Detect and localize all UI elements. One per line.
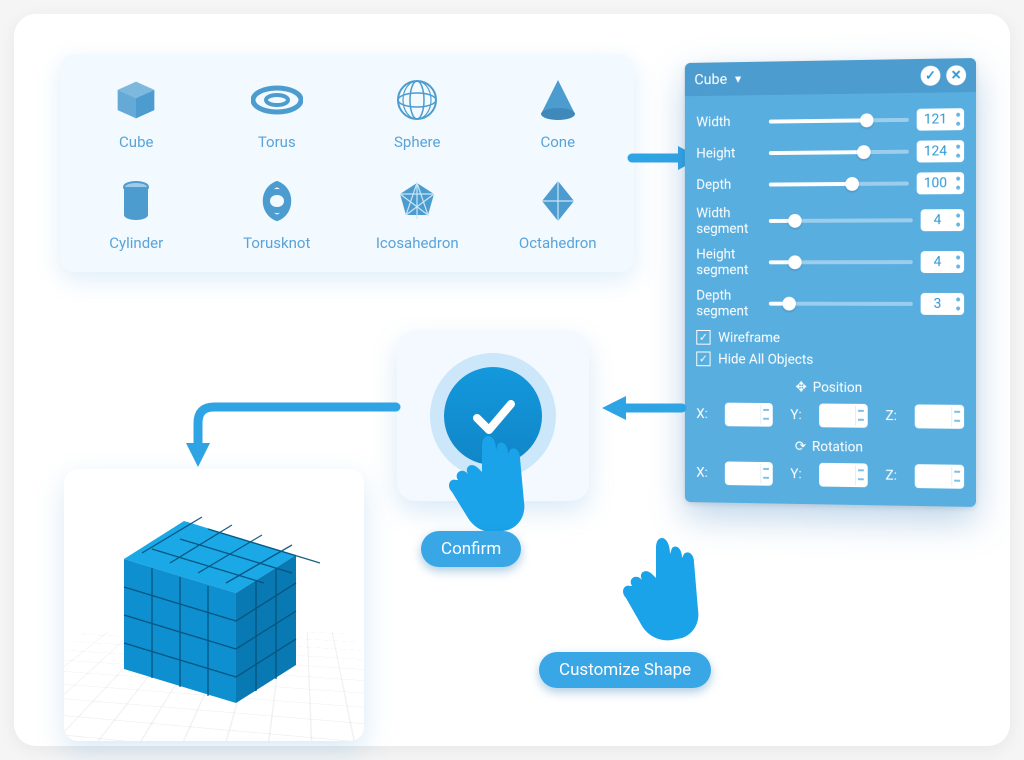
palette-item-sphere[interactable]: Sphere — [347, 64, 488, 165]
confirm-pill: Confirm — [421, 531, 521, 567]
rotation-z-input[interactable] — [915, 464, 964, 489]
position-y-input[interactable] — [819, 403, 868, 427]
palette-item-cone[interactable]: Cone — [488, 64, 629, 165]
flow-arrow-icon — [598, 394, 684, 422]
position-inputs: X: Y: Z: — [696, 402, 964, 428]
palette-label: Sphere — [394, 133, 440, 151]
flow-arrow-icon — [174, 329, 400, 469]
properties-panel: Cube ▼ ✓ ✕ Width 121 Height 124 Depth 10… — [685, 58, 976, 507]
axis-x-label: X: — [696, 465, 708, 481]
slider-row-wseg: Width segment 4 — [696, 204, 964, 237]
palette-label: Icosahedron — [376, 234, 459, 252]
position-label: Position — [813, 379, 863, 395]
axis-x-label: X: — [696, 406, 708, 422]
slider-depth[interactable] — [769, 177, 909, 192]
cube-icon — [114, 79, 158, 121]
slider-width[interactable] — [769, 113, 909, 129]
position-x-input[interactable] — [725, 402, 773, 426]
slider-label: Width — [696, 114, 761, 131]
slider-hseg[interactable] — [769, 255, 913, 269]
palette-label: Octahedron — [519, 234, 597, 252]
checkbox-wireframe[interactable]: ✓ Wireframe — [696, 330, 964, 347]
slider-height[interactable] — [769, 145, 909, 160]
checkbox-label: Wireframe — [718, 330, 780, 346]
confirm-button[interactable] — [444, 367, 542, 465]
rotation-x-input[interactable] — [725, 461, 773, 485]
move-icon: ✥ — [796, 379, 807, 395]
slider-wseg[interactable] — [769, 213, 913, 228]
panel-title-bar[interactable]: Cube ▼ ✓ ✕ — [685, 58, 976, 96]
checkbox-label: Hide All Objects — [718, 351, 813, 367]
spinner-dseg[interactable]: 3 — [921, 293, 964, 315]
slider-label: Width segment — [696, 205, 761, 237]
octahedron-icon — [540, 180, 576, 222]
checkmark-icon: ✓ — [696, 352, 710, 367]
icosahedron-icon — [397, 180, 437, 222]
slider-row-height: Height 124 — [696, 140, 964, 164]
checkbox-hide-all[interactable]: ✓ Hide All Objects — [696, 351, 964, 368]
palette-label: Cone — [540, 133, 575, 151]
shape-palette: Cube Torus Sphere Cone Cylinder — [60, 54, 634, 272]
palette-item-octahedron[interactable]: Octahedron — [488, 165, 629, 266]
rotation-header: ⟳ Rotation — [696, 437, 964, 456]
segmented-cube-icon — [64, 469, 364, 741]
axis-z-label: Z: — [885, 408, 897, 424]
slider-label: Height — [696, 145, 761, 161]
spinner-width[interactable]: 121 — [917, 108, 964, 131]
panel-title: Cube — [694, 70, 727, 88]
position-z-input[interactable] — [915, 404, 964, 428]
close-icon[interactable]: ✕ — [946, 65, 966, 85]
slider-row-width: Width 121 — [696, 108, 964, 133]
palette-label: Torusknot — [243, 234, 310, 252]
rotation-label: Rotation — [812, 439, 863, 455]
diagram-canvas: Cube Torus Sphere Cone Cylinder — [14, 14, 1010, 746]
pointer-hand-icon — [614, 534, 710, 646]
palette-label: Cube — [119, 133, 153, 151]
palette-item-icosahedron[interactable]: Icosahedron — [347, 165, 488, 266]
checkmark-icon: ✓ — [696, 330, 710, 345]
slider-label: Depth — [696, 177, 761, 193]
palette-label: Torus — [258, 133, 296, 151]
sphere-icon — [396, 79, 438, 121]
axis-y-label: Y: — [790, 407, 801, 423]
palette-item-cube[interactable]: Cube — [66, 64, 207, 165]
spinner-wseg[interactable]: 4 — [921, 209, 964, 231]
torus-icon — [251, 79, 303, 121]
cylinder-icon — [122, 180, 150, 222]
axis-z-label: Z: — [885, 467, 897, 483]
axis-y-label: Y: — [790, 466, 801, 482]
result-viewport — [64, 469, 364, 741]
cone-icon — [539, 79, 577, 121]
slider-label: Height segment — [696, 247, 761, 279]
apply-icon[interactable]: ✓ — [921, 66, 941, 86]
rotation-y-input[interactable] — [819, 462, 868, 486]
rotate-icon: ⟳ — [795, 438, 806, 454]
rotation-inputs: X: Y: Z: — [696, 461, 964, 489]
position-header: ✥ Position — [696, 378, 964, 396]
palette-item-cylinder[interactable]: Cylinder — [66, 165, 207, 266]
palette-item-torusknot[interactable]: Torusknot — [207, 165, 348, 266]
slider-dseg[interactable] — [769, 297, 913, 311]
slider-label: Depth segment — [696, 288, 761, 320]
spinner-depth[interactable]: 100 — [917, 172, 964, 194]
slider-row-hseg: Height segment 4 — [696, 246, 964, 278]
slider-row-depth: Depth 100 — [696, 172, 964, 196]
customize-pill: Customize Shape — [539, 652, 711, 688]
slider-row-dseg: Depth segment 3 — [696, 288, 964, 320]
spinner-height[interactable]: 124 — [917, 140, 964, 162]
palette-item-torus[interactable]: Torus — [207, 64, 348, 165]
palette-label: Cylinder — [109, 234, 163, 252]
panel-body: Width 121 Height 124 Depth 100 Width seg… — [685, 92, 976, 507]
confirm-card — [397, 331, 589, 501]
check-icon — [465, 388, 521, 444]
torusknot-icon — [256, 180, 298, 222]
caret-down-icon: ▼ — [733, 72, 743, 85]
spinner-hseg[interactable]: 4 — [921, 251, 964, 273]
